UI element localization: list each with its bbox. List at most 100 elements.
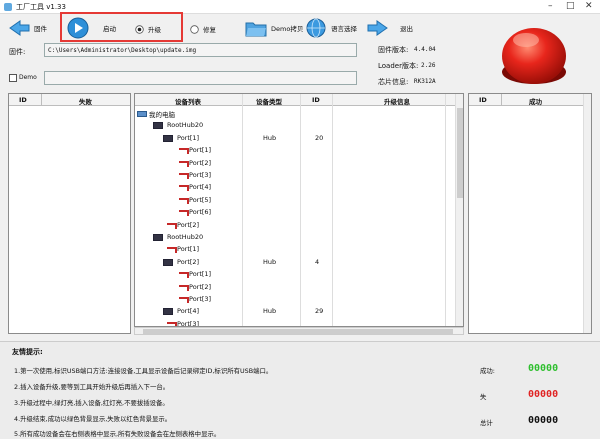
tree-row[interactable]: Port[2]	[135, 158, 453, 170]
usb-hub-icon	[163, 134, 173, 142]
radio-selected-icon	[135, 24, 144, 34]
usb-port-icon	[179, 185, 189, 192]
tree-row[interactable]: Port[3]	[135, 319, 453, 327]
success-scrollbar[interactable]	[583, 94, 591, 333]
firmware-button-label: 固件	[34, 25, 47, 33]
repair-radio[interactable]: 修复	[190, 24, 216, 34]
tree-row-name: Port[2]	[189, 282, 212, 291]
tree-row[interactable]: RootHub20	[135, 120, 453, 132]
tree-row[interactable]: Port[1]	[135, 269, 453, 281]
minimize-icon[interactable]: –	[548, 1, 553, 11]
fail-count-value: 00000	[528, 389, 559, 400]
usb-port-icon	[179, 210, 189, 217]
device-tree-panel: 设备列表 设备类型 ID 升级信息 我的电脑 RootHub20 Port[1] Hu…	[134, 93, 464, 327]
firmware-version-label: 固件版本:	[378, 46, 409, 54]
computer-icon	[137, 111, 147, 117]
tree-row-name: Port[5]	[189, 195, 212, 204]
success-table-header: ID 成功	[469, 94, 583, 106]
tree-row-type: Hub	[263, 133, 277, 142]
tree-row-name: RootHub20	[167, 233, 204, 241]
demo-copy-button[interactable]: Demo拷贝	[245, 19, 303, 37]
demo-checkbox-label: Demo	[19, 74, 37, 81]
success-header-title: 成功	[529, 98, 542, 106]
firmware-path-field[interactable]: C:\Users\Administrator\Desktop\update.im…	[44, 43, 357, 57]
tree-row[interactable]: Port[1]	[135, 244, 453, 256]
firmware-path-label: 固件:	[9, 48, 26, 56]
success-header-divider	[501, 94, 502, 106]
tree-row[interactable]: Port[1]	[135, 145, 453, 157]
usb-port-icon	[179, 272, 189, 279]
tips-title: 友情提示:	[12, 348, 43, 356]
tree-row-id: 29	[315, 307, 324, 316]
tree-row[interactable]: Port[3]	[135, 294, 453, 306]
start-button[interactable]: 启动	[67, 17, 116, 39]
tip-item: 1.第一次使用,标识USB端口方法:连接设备,工具显示设备后记录绑定ID,标识所…	[14, 367, 273, 375]
window-title: 工厂工具 v1.33	[16, 3, 66, 11]
tree-hscroll-thumb[interactable]	[143, 329, 453, 334]
usb-port-icon	[179, 197, 189, 204]
tree-row-id: 4	[315, 257, 320, 266]
tree-row[interactable]: Port[4] Hub 29	[135, 306, 453, 318]
tree-row[interactable]: Port[4]	[135, 182, 453, 194]
repair-radio-label: 修复	[203, 26, 216, 34]
maximize-icon[interactable]: □	[566, 1, 575, 11]
usb-hub-icon	[153, 234, 163, 241]
tree-row[interactable]: Port[3]	[135, 170, 453, 182]
total-count-value: 00000	[528, 415, 559, 426]
arrow-left-icon	[9, 20, 30, 36]
tree-row[interactable]: Port[2] Hub 4	[135, 257, 453, 269]
language-label: 语言选择	[331, 25, 357, 33]
tree-row[interactable]: Port[5]	[135, 195, 453, 207]
tree-row-name: Port[4]	[177, 307, 200, 316]
tree-horizontal-scrollbar[interactable]	[134, 327, 464, 335]
firmware-path-value: C:\Users\Administrator\Desktop\update.im…	[48, 47, 197, 54]
tree-row[interactable]: Port[6]	[135, 207, 453, 219]
usb-port-icon	[179, 148, 189, 155]
radio-empty-icon	[190, 24, 199, 34]
tree-row-name: RootHub20	[167, 121, 204, 130]
usb-port-icon	[179, 297, 189, 303]
success-count-label: 成功:	[480, 367, 495, 375]
tree-row-name: Port[3]	[177, 319, 200, 327]
tip-item: 4.升级结束,成功以绿色背景显示,失败以红色背景显示。	[14, 415, 172, 423]
usb-hub-icon	[163, 308, 173, 316]
chip-info-label: 芯片信息:	[378, 78, 409, 86]
tree-row-name: Port[1]	[189, 270, 212, 279]
usb-hub-icon	[153, 122, 163, 130]
loader-version-label: Loader版本:	[378, 62, 419, 70]
tree-row[interactable]: RootHub20	[135, 232, 453, 244]
tree-row-name: Port[2]	[177, 220, 200, 229]
usb-port-icon	[167, 247, 177, 254]
tree-row[interactable]: Port[1] Hub 20	[135, 133, 453, 145]
header-upgrade-info: 升级信息	[384, 98, 410, 106]
big-red-status-button[interactable]	[498, 22, 570, 88]
fail-table: ID 失败	[8, 93, 131, 334]
demo-path-field[interactable]	[44, 71, 357, 85]
fail-header-title: 失败	[79, 98, 92, 106]
language-button[interactable]: 语言选择	[305, 18, 357, 38]
usb-port-icon	[167, 222, 177, 229]
firmware-button[interactable]: 固件	[8, 20, 47, 36]
upgrade-radio[interactable]: 升级	[135, 24, 161, 34]
tree-row-name: 我的电脑	[149, 111, 175, 119]
tree-row[interactable]: 我的电脑	[135, 108, 453, 120]
folder-icon	[245, 22, 267, 37]
tree-row[interactable]: Port[2]	[135, 282, 453, 294]
tip-item: 5.所有成功设备会在右侧表格中显示,所有失败设备会在左侧表格中显示。	[14, 430, 221, 438]
tree-row-name: Port[3]	[189, 295, 212, 303]
demo-checkbox[interactable]	[9, 74, 17, 82]
tree-row-name: Port[6]	[189, 208, 212, 217]
fail-count-label: 失	[480, 393, 487, 401]
upgrade-radio-label: 升级	[148, 26, 161, 34]
tree-row[interactable]: Port[2]	[135, 220, 453, 232]
tip-item: 3.升级过程中,绿灯亮,插入设备,红灯亮,不要拔插设备。	[14, 399, 169, 407]
usb-hub-icon	[163, 258, 173, 266]
play-icon	[67, 17, 89, 39]
tree-vertical-scrollbar[interactable]	[455, 94, 463, 326]
tree-row-type: Hub	[263, 257, 277, 266]
tree-row-type: Hub	[263, 307, 277, 316]
exit-button[interactable]: 退出	[366, 20, 413, 36]
tree-scrollbar-thumb[interactable]	[457, 108, 463, 198]
header-id: ID	[312, 96, 320, 104]
close-icon[interactable]: ✕	[585, 1, 593, 11]
